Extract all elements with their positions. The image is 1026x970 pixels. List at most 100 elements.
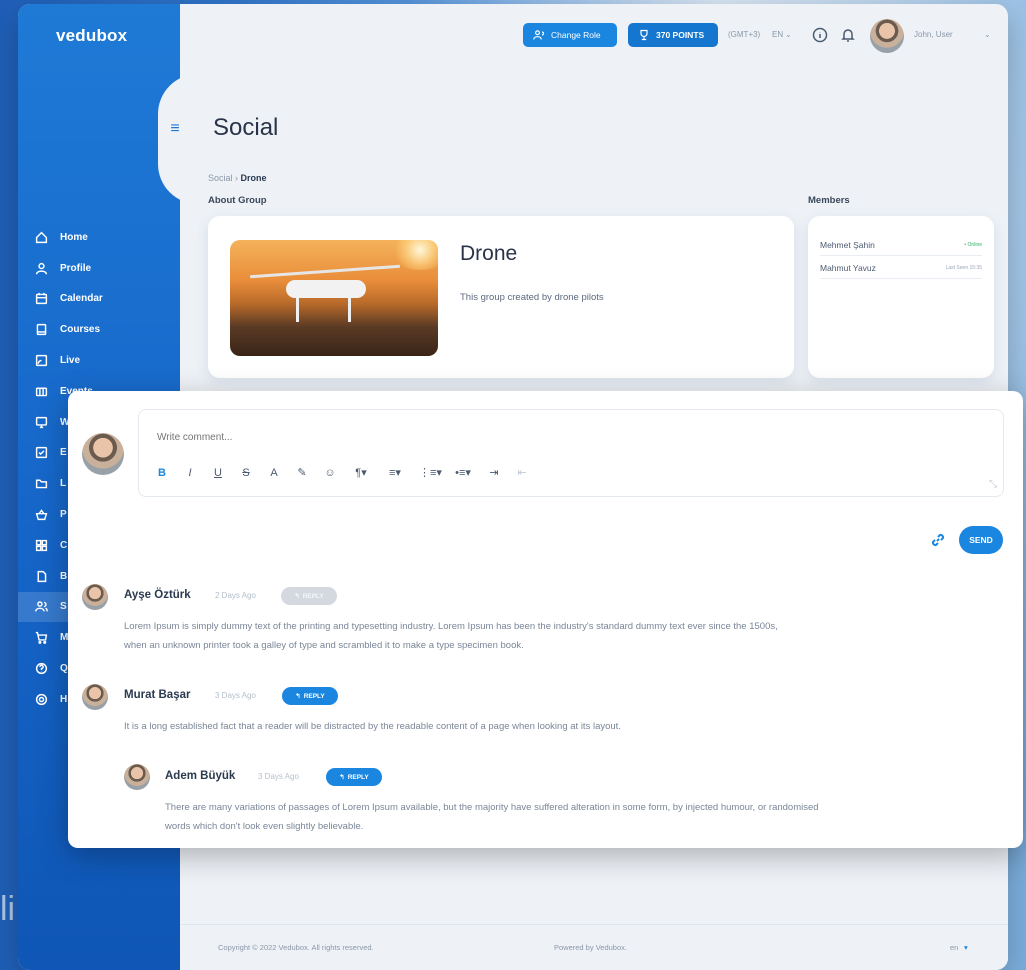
ticket-icon bbox=[34, 384, 48, 398]
group-image bbox=[230, 240, 438, 356]
reply-label: REPLY bbox=[303, 692, 325, 700]
font-color-button[interactable]: A bbox=[267, 467, 281, 479]
comment-author[interactable]: Murat Başar bbox=[124, 689, 190, 701]
cast-icon bbox=[34, 354, 48, 368]
points-button[interactable]: 370 POINTS bbox=[628, 23, 718, 47]
sidebar-item-label: S bbox=[60, 601, 67, 613]
attach-link-icon[interactable] bbox=[930, 532, 946, 548]
member-name: Mehmet Şahin bbox=[820, 239, 875, 250]
page-title: Social bbox=[213, 114, 279, 141]
comment-author[interactable]: Ayşe Öztürk bbox=[124, 589, 191, 601]
member-row[interactable]: Mehmet Şahin • Online bbox=[820, 234, 982, 256]
footer-language-selector[interactable]: en bbox=[950, 943, 958, 952]
change-role-button[interactable]: Change Role bbox=[523, 23, 617, 47]
footer-chevron-icon[interactable]: ▾ bbox=[964, 943, 968, 952]
user-name[interactable]: John, User bbox=[914, 30, 953, 39]
comment-time: 2 Days Ago bbox=[215, 591, 256, 600]
resize-handle-icon[interactable]: ⤡ bbox=[989, 479, 997, 490]
member-row[interactable]: Mahmut Yavuz Last Seen 15:35 bbox=[820, 257, 982, 279]
bell-icon[interactable] bbox=[840, 27, 856, 43]
top-header: Change Role 370 POINTS (GMT+3) EN ⌄ John… bbox=[180, 4, 1008, 68]
user-menu-chevron-icon[interactable]: ⌄ bbox=[984, 30, 991, 39]
sidebar-item-label: L bbox=[60, 478, 67, 490]
comment-text-line: words which don't look even slightly bel… bbox=[165, 821, 364, 832]
editor-toolbar: B I U S A ✎ ☺ ¶▾ ≡▾ ⋮≡▾ •≡▾ ⇥ ⇤ bbox=[155, 466, 529, 480]
ordered-list-button[interactable]: ⋮≡▾ bbox=[419, 466, 442, 479]
reply-button[interactable]: ↰ REPLY bbox=[282, 687, 338, 705]
info-icon[interactable] bbox=[812, 27, 828, 43]
breadcrumb: Social › Drone bbox=[208, 173, 267, 183]
send-button[interactable]: SEND bbox=[959, 526, 1003, 554]
members-label: Members bbox=[808, 195, 850, 206]
highlight-button[interactable]: ✎ bbox=[295, 466, 309, 479]
language-selector[interactable]: EN bbox=[772, 30, 783, 39]
app-logo[interactable]: vedubox bbox=[56, 26, 127, 46]
group-name: Drone bbox=[460, 242, 518, 265]
collapse-menu-icon[interactable]: ≡ bbox=[166, 120, 184, 138]
reply-arrow-icon: ↰ bbox=[295, 693, 301, 700]
sidebar-item-live[interactable]: Live bbox=[18, 345, 180, 376]
emoji-button[interactable]: ☺ bbox=[323, 467, 337, 479]
reply-button[interactable]: ↰ REPLY bbox=[326, 768, 382, 786]
comment-text: It is a long established fact that a rea… bbox=[124, 717, 621, 736]
user-avatar[interactable] bbox=[870, 19, 904, 53]
bold-button[interactable]: B bbox=[155, 467, 169, 479]
checklist-icon bbox=[34, 446, 48, 460]
members-card: Mehmet Şahin • Online Mahmut Yavuz Last … bbox=[808, 216, 994, 378]
sidebar-item-label: P bbox=[60, 509, 67, 521]
background-partial-text: li bbox=[0, 890, 16, 928]
sidebar-item-label: Live bbox=[60, 355, 81, 367]
sidebar-item-label: Calendar bbox=[60, 293, 103, 305]
comment-author[interactable]: Adem Büyük bbox=[165, 770, 235, 782]
file-icon bbox=[34, 569, 48, 583]
basket-icon bbox=[34, 508, 48, 522]
trophy-icon bbox=[640, 29, 648, 41]
home-icon bbox=[34, 230, 48, 244]
comment-text-line: Lorem Ipsum is simply dummy text of the … bbox=[124, 621, 778, 632]
help-icon bbox=[34, 662, 48, 676]
breadcrumb-separator: › bbox=[235, 173, 239, 183]
italic-button[interactable]: I bbox=[183, 467, 197, 479]
change-role-label: Change Role bbox=[551, 30, 601, 40]
member-status: • Online bbox=[964, 241, 982, 248]
sidebar-item-home[interactable]: Home bbox=[18, 222, 180, 253]
paragraph-button[interactable]: ¶▾ bbox=[351, 466, 371, 479]
comment-panel: B I U S A ✎ ☺ ¶▾ ≡▾ ⋮≡▾ •≡▾ ⇥ ⇤ ⤡ SEND A… bbox=[68, 391, 1023, 848]
book-icon bbox=[34, 323, 48, 337]
sidebar-item-label: Courses bbox=[60, 324, 101, 336]
powered-by-text: Powered by Vedubox. bbox=[554, 943, 627, 952]
drone-leg bbox=[348, 296, 351, 322]
member-status: Last Seen 15:35 bbox=[945, 264, 982, 271]
calendar-icon bbox=[34, 292, 48, 306]
align-button[interactable]: ≡▾ bbox=[385, 466, 405, 479]
indent-button[interactable]: ⇥ bbox=[487, 466, 501, 479]
chevron-down-icon: ⌄ bbox=[785, 30, 792, 39]
member-name: Mahmut Yavuz bbox=[820, 262, 876, 273]
lifebuoy-icon bbox=[34, 692, 48, 706]
reply-label: REPLY bbox=[347, 773, 369, 781]
comment-author-avatar bbox=[82, 684, 108, 710]
unordered-list-button[interactable]: •≡▾ bbox=[453, 466, 473, 479]
sidebar-item-label: Home bbox=[60, 231, 88, 243]
sidebar-curve bbox=[158, 74, 208, 204]
sidebar-item-label: H bbox=[60, 693, 68, 705]
reply-arrow-icon: ↰ bbox=[294, 593, 300, 600]
underline-button[interactable]: U bbox=[211, 467, 225, 479]
sidebar-item-profile[interactable]: Profile bbox=[18, 253, 180, 284]
comment-text: There are many variations of passages of… bbox=[165, 798, 819, 836]
timezone-selector[interactable]: (GMT+3) bbox=[728, 30, 760, 39]
comment-input[interactable] bbox=[157, 432, 757, 443]
outdent-button[interactable]: ⇤ bbox=[515, 466, 529, 479]
comment-text: Lorem Ipsum is simply dummy text of the … bbox=[124, 617, 778, 655]
breadcrumb-parent[interactable]: Social bbox=[208, 173, 233, 183]
sidebar-item-calendar[interactable]: Calendar bbox=[18, 284, 180, 315]
drone-leg bbox=[296, 296, 299, 322]
sidebar-item-courses[interactable]: Courses bbox=[18, 314, 180, 345]
reply-label: REPLY bbox=[302, 592, 324, 600]
comment-time: 3 Days Ago bbox=[258, 772, 299, 781]
strikethrough-button[interactable]: S bbox=[239, 467, 253, 479]
group-card: Drone This group created by drone pilots bbox=[208, 216, 794, 378]
reply-button[interactable]: ↰ REPLY bbox=[281, 587, 337, 605]
drone-arm bbox=[250, 264, 400, 279]
breadcrumb-current: Drone bbox=[240, 173, 267, 183]
